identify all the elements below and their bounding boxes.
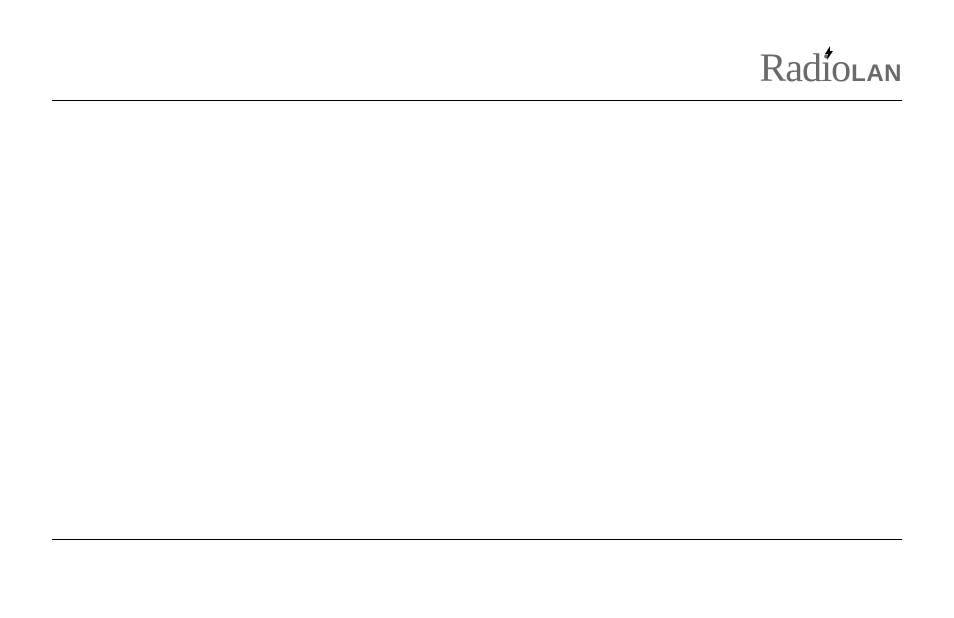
page-content-area	[52, 101, 902, 539]
page-header: Radio LAN	[52, 48, 902, 100]
logo-text-radio: Radio	[760, 48, 851, 88]
brand-logo: Radio LAN	[760, 48, 902, 88]
logo-text-lan: LAN	[851, 62, 902, 86]
footer-divider	[52, 539, 902, 540]
document-page: Radio LAN	[0, 0, 954, 618]
lightning-bolt-icon	[823, 46, 835, 60]
